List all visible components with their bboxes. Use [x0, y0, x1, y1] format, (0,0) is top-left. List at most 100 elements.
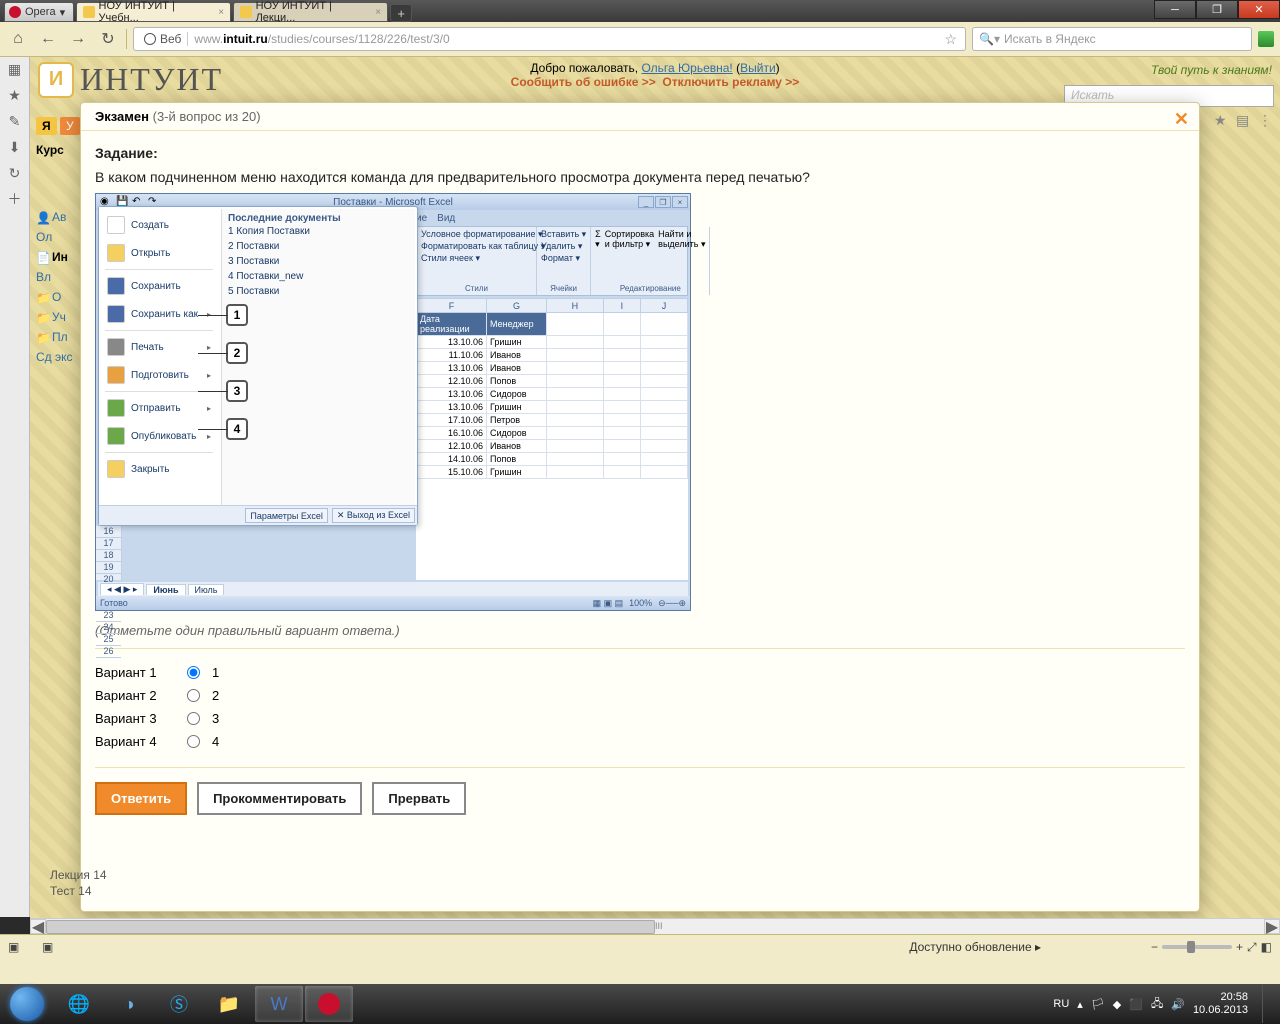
maximize-button[interactable]: ❐: [1196, 0, 1238, 19]
taskbar-word[interactable]: W: [255, 986, 303, 1022]
flag-icon[interactable]: 🏳: [1091, 998, 1105, 1011]
search-box[interactable]: 🔍▾ Искать в Яндекс: [972, 27, 1252, 51]
taskbar-opera[interactable]: [305, 986, 353, 1022]
tray-icon[interactable]: ◆: [1113, 998, 1121, 1011]
scrollbar-thumb[interactable]: [46, 920, 655, 934]
language-indicator[interactable]: RU: [1053, 998, 1069, 1010]
browser-tab-bar: Opera ▾ НОУ ИНТУИТ | Учебн... × НОУ ИНТУИ…: [0, 0, 412, 22]
excel-exit-button: ✕ Выход из Excel: [332, 508, 415, 523]
task-question: В каком подчиненном меню находится коман…: [95, 169, 1185, 185]
list-item[interactable]: 📁О: [36, 287, 80, 307]
window-titlebar: Opera ▾ НОУ ИНТУИТ | Учебн... × НОУ ИНТУИ…: [0, 0, 1280, 22]
excel-ribbon: Условное форматирование ▾Форматировать к…: [416, 226, 688, 296]
zoom-in-icon[interactable]: +: [1236, 940, 1243, 954]
site-logo-icon[interactable]: И: [38, 62, 74, 98]
option-label: Вариант 2: [95, 688, 175, 703]
list-item[interactable]: Вл: [36, 267, 80, 287]
volume-icon[interactable]: 🔊: [1171, 998, 1185, 1011]
taskbar-explorer[interactable]: 📁: [205, 986, 253, 1022]
panel-icon[interactable]: ▦: [7, 61, 23, 77]
disable-ads-link[interactable]: Отключить рекламу >>: [662, 75, 799, 89]
forward-icon[interactable]: →: [66, 27, 90, 51]
header-util-icons: ★ ▤ ⋮: [1214, 112, 1274, 128]
add-panel-icon[interactable]: ＋: [7, 191, 23, 207]
test-link[interactable]: Тест 14: [50, 883, 107, 899]
option-value: 2: [212, 688, 219, 703]
option-radio-4[interactable]: [187, 735, 200, 748]
option-radio-3[interactable]: [187, 712, 200, 725]
modal-close-icon[interactable]: ✕: [1174, 109, 1189, 130]
settings-icon[interactable]: ◧: [1261, 940, 1272, 954]
show-desktop-button[interactable]: [1262, 985, 1272, 1023]
taskbar-app[interactable]: ◑: [105, 986, 153, 1022]
zoom-out-icon[interactable]: −: [1151, 940, 1158, 954]
option-radio-2[interactable]: [187, 689, 200, 702]
excel-params-button: Параметры Excel: [245, 508, 327, 523]
bookmark-star-icon[interactable]: ☆: [940, 31, 961, 48]
search-icon: 🔍▾: [979, 32, 1000, 46]
site-brand: ИНТУИТ: [80, 61, 223, 98]
browser-tab[interactable]: НОУ ИНТУИТ | Лекци...×: [233, 2, 388, 22]
list-item[interactable]: 📄Ин: [36, 247, 80, 267]
address-bar[interactable]: Веб www.intuit.ru/studies/courses/1128/2…: [133, 27, 966, 51]
taskbar-chrome[interactable]: 🌐: [55, 986, 103, 1022]
minimize-button[interactable]: ─: [1154, 0, 1196, 19]
update-available-link[interactable]: Доступно обновление: [909, 940, 1031, 954]
tray-icon[interactable]: ⬛: [1129, 998, 1143, 1011]
search-placeholder: Искать в Яндекс: [1004, 32, 1096, 46]
option-label: Вариант 4: [95, 734, 175, 749]
new-tab-button[interactable]: +: [390, 4, 412, 22]
abort-button[interactable]: Прервать: [372, 782, 466, 815]
course-label: Курс: [36, 139, 80, 161]
list-item[interactable]: 👤Ав: [36, 207, 80, 227]
excel-grid: FGHIJ Дата реализацииМенеджер 13.10.06Гр…: [416, 298, 688, 580]
network-icon[interactable]: 🖧: [1151, 995, 1163, 1014]
close-window-button[interactable]: ✕: [1238, 0, 1280, 19]
tab-group-icon[interactable]: ▣: [8, 940, 19, 954]
close-icon[interactable]: ×: [218, 7, 224, 18]
note-icon[interactable]: ✎: [7, 113, 23, 129]
status-led-icon[interactable]: [1258, 31, 1274, 47]
home-icon[interactable]: ⌂: [6, 27, 30, 51]
callout-3: 3: [226, 380, 248, 402]
user-link[interactable]: Ольга Юрьевна!: [641, 61, 732, 75]
option-label: Вариант 1: [95, 665, 175, 680]
zoom-slider[interactable]: [1162, 945, 1232, 949]
logout-link[interactable]: Выйти: [740, 61, 776, 75]
taskbar-skype[interactable]: Ⓢ: [155, 986, 203, 1022]
download-icon[interactable]: ⬇: [7, 139, 23, 155]
sitemap-icon[interactable]: ▤: [1236, 112, 1252, 128]
modal-header: Экзамен (3-й вопрос из 20): [81, 103, 1199, 131]
list-item[interactable]: Сд экс: [36, 347, 80, 367]
tab-u[interactable]: У: [60, 117, 80, 135]
lecture-link[interactable]: Лекция 14: [50, 867, 107, 883]
tray-up-icon[interactable]: ▴: [1077, 998, 1083, 1011]
reload-icon[interactable]: ↻: [96, 27, 120, 51]
tab-title: НОУ ИНТУИТ | Учебн...: [99, 0, 213, 24]
option-radio-1[interactable]: [187, 666, 200, 679]
back-icon[interactable]: ←: [36, 27, 60, 51]
tab-ya[interactable]: Я: [36, 117, 57, 135]
bookmark-icon[interactable]: ★: [7, 87, 23, 103]
submit-button[interactable]: Ответить: [95, 782, 187, 815]
close-icon[interactable]: ×: [375, 7, 381, 18]
address-prefix[interactable]: Веб: [138, 32, 188, 46]
tab-group-icon[interactable]: ▣: [42, 940, 53, 954]
history-icon[interactable]: ↻: [7, 165, 23, 181]
list-item[interactable]: Ол: [36, 227, 80, 247]
star-icon[interactable]: ★: [1214, 112, 1230, 128]
horizontal-scrollbar[interactable]: ◀ III ▶: [30, 918, 1280, 934]
course-side-list: 👤Ав Ол 📄Ин Вл 📁О 📁Уч 📁Пл Сд экс: [36, 207, 80, 367]
scroll-left-icon[interactable]: ◀: [30, 919, 46, 934]
report-error-link[interactable]: Сообщить об ошибке >>: [511, 75, 656, 89]
list-item[interactable]: 📁Уч: [36, 307, 80, 327]
comment-button[interactable]: Прокомментировать: [197, 782, 362, 815]
start-button[interactable]: [0, 984, 54, 1024]
fit-icon[interactable]: ⤢: [1247, 940, 1257, 955]
opera-menu-button[interactable]: Opera ▾: [4, 2, 74, 22]
scroll-right-icon[interactable]: ▶: [1264, 919, 1280, 934]
browser-tab[interactable]: НОУ ИНТУИТ | Учебн... ×: [76, 2, 231, 22]
menu-icon[interactable]: ⋮: [1258, 112, 1274, 128]
taskbar-clock[interactable]: 20:5810.06.2013: [1193, 991, 1248, 1017]
list-item[interactable]: 📁Пл: [36, 327, 80, 347]
